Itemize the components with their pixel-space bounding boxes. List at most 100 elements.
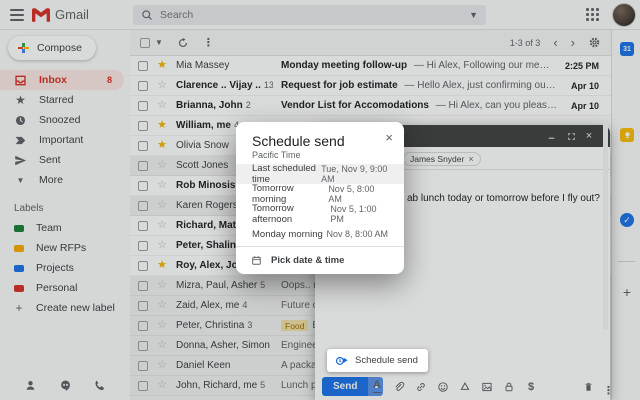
more-list-options-icon[interactable]: ⋮ — [203, 36, 214, 49]
star-filled-icon[interactable]: ★ — [156, 120, 168, 131]
select-all-checkbox[interactable] — [140, 38, 150, 48]
schedule-option-tomorrow-morning[interactable]: Tomorrow morningNov 5, 8:00 AM — [236, 184, 404, 204]
schedule-send-menu-item[interactable]: Schedule send — [327, 349, 428, 372]
schedule-option-tomorrow-afternoon[interactable]: Tomorrow afternoonNov 5, 1:00 PM — [236, 204, 404, 224]
select-caret-icon[interactable]: ▼ — [155, 38, 163, 47]
star-outline-icon[interactable]: ☆ — [156, 200, 168, 211]
gmail-app: Gmail ▼ Compose Inbox8★StarredSnoozedImp… — [0, 0, 640, 400]
sidebar-item-sent[interactable]: Sent — [0, 150, 130, 170]
add-panel-icon[interactable]: + — [620, 284, 634, 298]
link-icon[interactable] — [415, 381, 427, 393]
create-new-label-button[interactable]: +Create new label — [0, 298, 130, 318]
star-outline-icon[interactable]: ☆ — [156, 240, 168, 251]
row-checkbox[interactable] — [138, 121, 148, 131]
schedule-option-last-scheduled-time[interactable]: Last scheduled timeTue, Nov 9, 9:00 AM — [236, 164, 404, 184]
calendar-icon[interactable]: 31 — [620, 42, 634, 56]
row-checkbox[interactable] — [138, 381, 148, 391]
phone-icon[interactable] — [93, 379, 106, 392]
row-checkbox[interactable] — [138, 221, 148, 231]
hangouts-icon[interactable] — [59, 379, 72, 392]
star-outline-icon[interactable]: ☆ — [156, 340, 168, 351]
sidebar-item-starred[interactable]: ★Starred — [0, 90, 130, 110]
sidebar-item-important[interactable]: Important — [0, 130, 130, 150]
hamburger-icon[interactable] — [10, 9, 24, 21]
row-checkbox[interactable] — [138, 261, 148, 271]
attach-icon[interactable] — [393, 381, 405, 393]
close-icon[interactable]: × — [583, 130, 595, 142]
unread-count-badge: 8 — [107, 75, 112, 85]
row-checkbox[interactable] — [138, 141, 148, 151]
row-checkbox[interactable] — [138, 201, 148, 211]
star-outline-icon[interactable]: ☆ — [156, 360, 168, 371]
search-input[interactable] — [160, 9, 462, 21]
star-filled-icon[interactable]: ★ — [156, 60, 168, 71]
schedule-option-monday-morning[interactable]: Monday morningNov 8, 8:00 AM — [236, 224, 404, 244]
star-outline-icon[interactable]: ☆ — [156, 180, 168, 191]
avatar[interactable] — [612, 3, 636, 27]
sidebar-label-new-rfps[interactable]: New RFPs — [0, 238, 130, 258]
row-checkbox[interactable] — [138, 341, 148, 351]
row-checkbox[interactable] — [138, 301, 148, 311]
row-checkbox[interactable] — [138, 241, 148, 251]
star-outline-icon[interactable]: ☆ — [156, 320, 168, 331]
newer-page-icon[interactable]: ‹ — [553, 36, 557, 49]
image-icon[interactable] — [481, 381, 493, 393]
star-filled-icon[interactable]: ★ — [156, 140, 168, 151]
row-checkbox[interactable] — [138, 161, 148, 171]
dialog-close-icon[interactable]: × — [385, 131, 393, 144]
row-checkbox[interactable] — [138, 101, 148, 111]
confidential-icon[interactable] — [503, 381, 515, 393]
minimize-icon[interactable] — [545, 130, 557, 142]
keep-icon[interactable] — [620, 128, 634, 142]
row-checkbox[interactable] — [138, 361, 148, 371]
star-outline-icon[interactable]: ☆ — [156, 220, 168, 231]
trash-icon[interactable] — [583, 381, 594, 393]
search-bar[interactable]: ▼ — [133, 5, 486, 25]
sidebar-item-inbox[interactable]: Inbox8 — [0, 70, 124, 90]
older-page-icon[interactable]: › — [571, 36, 575, 49]
formatting-icon[interactable]: A — [371, 381, 383, 393]
recipient-chip[interactable]: James Snyder × — [403, 152, 481, 166]
more-options-icon[interactable]: ⋮ — [603, 381, 614, 393]
row-checkbox[interactable] — [138, 321, 148, 331]
fullscreen-icon[interactable] — [565, 130, 577, 142]
send-button[interactable]: Send — [322, 377, 368, 396]
thread-count: 4 — [242, 300, 247, 310]
pick-date-time-option[interactable]: Pick date & time — [236, 248, 404, 272]
star-outline-icon[interactable]: ☆ — [156, 80, 168, 91]
drive-icon[interactable] — [459, 381, 471, 393]
sidebar-label-personal[interactable]: Personal — [0, 278, 130, 298]
row-checkbox[interactable] — [138, 181, 148, 191]
search-options-caret-icon[interactable]: ▼ — [469, 10, 478, 20]
apps-grid-icon[interactable] — [586, 8, 599, 21]
money-icon[interactable]: $ — [525, 381, 537, 393]
row-checkbox[interactable] — [138, 81, 148, 91]
star-outline-icon[interactable]: ☆ — [156, 300, 168, 311]
label-chip[interactable]: Food — [281, 320, 308, 331]
star-outline-icon[interactable]: ☆ — [156, 380, 168, 391]
contacts-icon[interactable] — [24, 379, 37, 392]
chip-close-icon[interactable]: × — [468, 154, 473, 164]
emoji-icon[interactable] — [437, 381, 449, 393]
list-scrollbar[interactable] — [603, 118, 608, 330]
star-filled-icon[interactable]: ★ — [156, 260, 168, 271]
star-outline-icon[interactable]: ☆ — [156, 100, 168, 111]
email-row[interactable]: ☆Brianna, John2Vendor List for Accomodat… — [130, 96, 611, 116]
tasks-icon[interactable]: ✓ — [620, 213, 634, 227]
star-outline-icon[interactable]: ☆ — [156, 280, 168, 291]
email-row[interactable]: ☆Clarence .. Vijay ..13Request for job e… — [130, 76, 611, 96]
sidebar-label-team[interactable]: Team — [0, 218, 130, 238]
compose-button[interactable]: Compose — [8, 36, 96, 60]
refresh-icon[interactable] — [177, 37, 189, 49]
star-outline-icon[interactable]: ☆ — [156, 160, 168, 171]
row-checkbox[interactable] — [138, 281, 148, 291]
settings-gear-icon[interactable] — [588, 36, 601, 49]
sidebar-label-projects[interactable]: Projects — [0, 258, 130, 278]
subject-text: Monday meeting follow-up — [281, 60, 407, 71]
compose-body-text[interactable]: ab lunch today or tomorrow before I fly … — [407, 193, 600, 204]
sidebar-item-snoozed[interactable]: Snoozed — [0, 110, 130, 130]
email-row[interactable]: ★Mia MasseyMonday meeting follow-up — Hi… — [130, 56, 611, 76]
row-checkbox[interactable] — [138, 61, 148, 71]
gmail-logo[interactable]: Gmail — [32, 7, 89, 22]
sidebar-item-more[interactable]: ▼More — [0, 170, 130, 190]
